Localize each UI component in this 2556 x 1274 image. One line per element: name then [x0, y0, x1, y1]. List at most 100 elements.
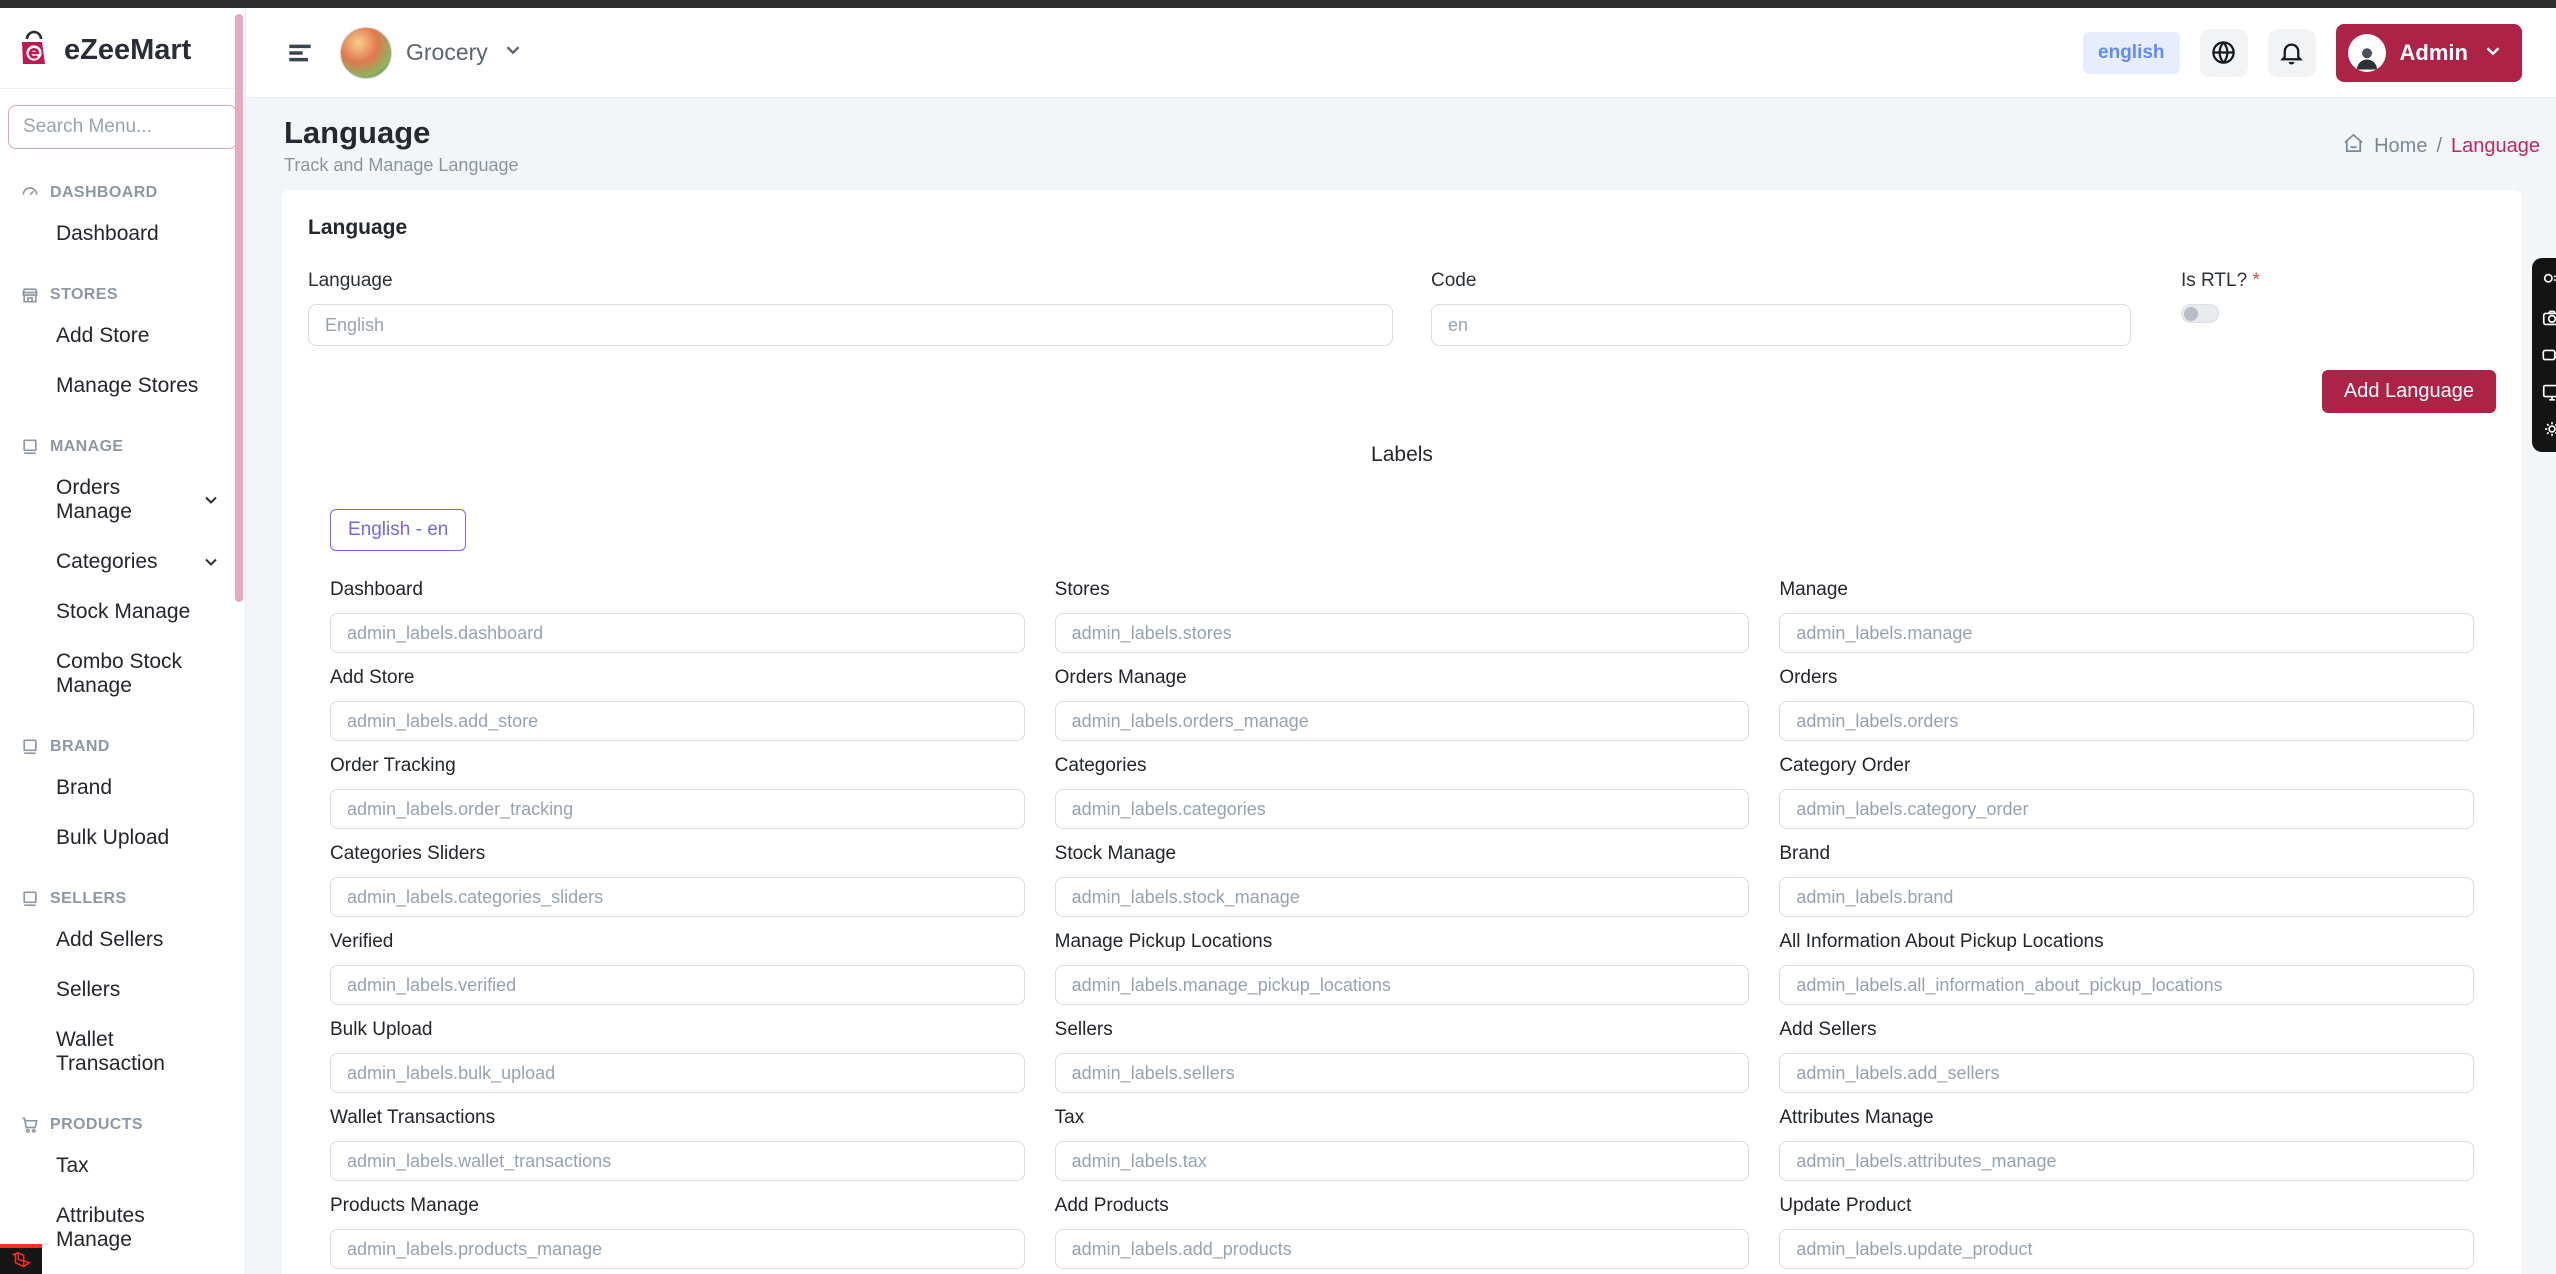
label-field-add-sellers: Add Sellers [1779, 1019, 2474, 1093]
language-field-label: Language [308, 270, 1393, 292]
sidebar-item-combo-stock-manage[interactable]: Combo Stock Manage [0, 637, 245, 711]
field-input-brand[interactable] [1779, 877, 2474, 917]
label-field-brand: Brand [1779, 843, 2474, 917]
sidebar-item-sellers[interactable]: Sellers [0, 965, 245, 1015]
search-input[interactable] [8, 105, 237, 149]
label-field-attributes-manage: Attributes Manage [1779, 1107, 2474, 1181]
field-label: Wallet Transactions [330, 1107, 1025, 1129]
add-language-button[interactable]: Add Language [2322, 370, 2496, 413]
field-label: Products Manage [330, 1195, 1025, 1217]
sticker-icon[interactable] [2541, 270, 2556, 292]
field-input-all-information-about-pickup-locations[interactable] [1779, 965, 2474, 1005]
sidebar-item-categories[interactable]: Categories [0, 537, 245, 587]
topbar: Grocery english [246, 8, 2556, 98]
sidebar-item-brand[interactable]: Brand [0, 763, 245, 813]
field-input-categories-sliders[interactable] [330, 877, 1025, 917]
sidebar-item-add-sellers[interactable]: Add Sellers [0, 915, 245, 965]
field-label: Manage Pickup Locations [1055, 931, 1750, 953]
field-input-category-order[interactable] [1779, 789, 2474, 829]
field-input-add-sellers[interactable] [1779, 1053, 2474, 1093]
tab-english-en[interactable]: English - en [330, 509, 466, 551]
label-field-add-store: Add Store [330, 667, 1025, 741]
sidebar-section-dashboard: DASHBOARD [20, 183, 245, 203]
field-label: Tax [1055, 1107, 1750, 1129]
field-label: Category Order [1779, 755, 2474, 777]
field-input-orders-manage[interactable] [1055, 701, 1750, 741]
sidebar-section-manage: MANAGE [20, 437, 245, 457]
admin-name: Admin [2400, 40, 2468, 66]
field-input-manage-pickup-locations[interactable] [1055, 965, 1750, 1005]
globe-button[interactable] [2200, 29, 2248, 77]
sidebar-scrollbar[interactable] [235, 14, 243, 602]
sidebar: eZeeMart DASHBOARD Dashboard STORES Add Sto… [0, 8, 246, 1274]
breadcrumb-current: Language [2451, 135, 2540, 158]
language-badge[interactable]: english [2083, 32, 2180, 74]
label-field-bulk-upload: Bulk Upload [330, 1019, 1025, 1093]
rtl-field-label: Is RTL? * [2181, 270, 2496, 292]
sidebar-item-manage-stores[interactable]: Manage Stores [0, 361, 245, 411]
store-name: Grocery [406, 39, 488, 66]
gear-icon[interactable] [2541, 418, 2556, 440]
field-input-dashboard[interactable] [330, 613, 1025, 653]
field-input-categories[interactable] [1055, 789, 1750, 829]
field-label: Orders Manage [1055, 667, 1750, 689]
sidebar-item-bulk-upload[interactable]: Bulk Upload [0, 813, 245, 863]
label-field-orders: Orders [1779, 667, 2474, 741]
floating-tools-widget [2532, 258, 2556, 452]
cart-icon [20, 1115, 40, 1135]
field-label: Stock Manage [1055, 843, 1750, 865]
sidebar-item-stock-manage[interactable]: Stock Manage [0, 587, 245, 637]
menu-icon[interactable] [284, 37, 316, 69]
breadcrumb-home[interactable]: Home [2374, 135, 2427, 158]
field-input-attributes-manage[interactable] [1779, 1141, 2474, 1181]
field-input-stores[interactable] [1055, 613, 1750, 653]
field-input-update-product[interactable] [1779, 1229, 2474, 1269]
label-field-products-manage: Products Manage [330, 1195, 1025, 1269]
field-label: Add Products [1055, 1195, 1750, 1217]
label-field-order-tracking: Order Tracking [330, 755, 1025, 829]
field-input-add-store[interactable] [330, 701, 1025, 741]
notifications-button[interactable] [2268, 29, 2316, 77]
sidebar-item-wallet-transaction[interactable]: Wallet Transaction [0, 1015, 245, 1089]
monitor-icon[interactable] [2541, 381, 2556, 403]
labels-heading: Labels [308, 443, 2496, 467]
field-input-verified[interactable] [330, 965, 1025, 1005]
field-label: Sellers [1055, 1019, 1750, 1041]
sidebar-item-add-store[interactable]: Add Store [0, 311, 245, 361]
labels-grid: DashboardStoresManageAdd StoreOrders Man… [308, 579, 2496, 1274]
sidebar-section-brand: BRAND [20, 737, 245, 757]
debugbar-badge[interactable] [0, 1244, 42, 1274]
sidebar-item-dashboard[interactable]: Dashboard [0, 209, 245, 259]
field-label: Stores [1055, 579, 1750, 601]
field-input-orders[interactable] [1779, 701, 2474, 741]
brand-name: eZeeMart [64, 34, 191, 67]
sidebar-item-tax[interactable]: Tax [0, 1141, 245, 1191]
field-input-sellers[interactable] [1055, 1053, 1750, 1093]
label-field-all-information-about-pickup-locations: All Information About Pickup Locations [1779, 931, 2474, 1005]
admin-menu-button[interactable]: Admin [2336, 24, 2522, 82]
field-input-add-products[interactable] [1055, 1229, 1750, 1269]
field-label: Bulk Upload [330, 1019, 1025, 1041]
field-label: Order Tracking [330, 755, 1025, 777]
sidebar-section-stores: STORES [20, 285, 245, 305]
code-input[interactable] [1431, 304, 2131, 346]
language-input[interactable] [308, 304, 1393, 346]
sidebar-section-products: PRODUCTS [20, 1115, 245, 1135]
video-icon[interactable] [2541, 344, 2556, 366]
field-input-wallet-transactions[interactable] [330, 1141, 1025, 1181]
home-icon [2342, 132, 2365, 161]
card-title: Language [308, 216, 2496, 240]
camera-icon[interactable] [2541, 307, 2556, 329]
breadcrumb: Home / Language [2342, 132, 2540, 161]
label-field-tax: Tax [1055, 1107, 1750, 1181]
store-selector[interactable]: Grocery [340, 27, 524, 79]
rtl-toggle[interactable] [2181, 304, 2219, 323]
field-input-stock-manage[interactable] [1055, 877, 1750, 917]
sidebar-item-orders-manage[interactable]: Orders Manage [0, 463, 245, 537]
field-input-manage[interactable] [1779, 613, 2474, 653]
field-input-tax[interactable] [1055, 1141, 1750, 1181]
field-input-order-tracking[interactable] [330, 789, 1025, 829]
field-input-bulk-upload[interactable] [330, 1053, 1025, 1093]
field-input-products-manage[interactable] [330, 1229, 1025, 1269]
label-field-stock-manage: Stock Manage [1055, 843, 1750, 917]
